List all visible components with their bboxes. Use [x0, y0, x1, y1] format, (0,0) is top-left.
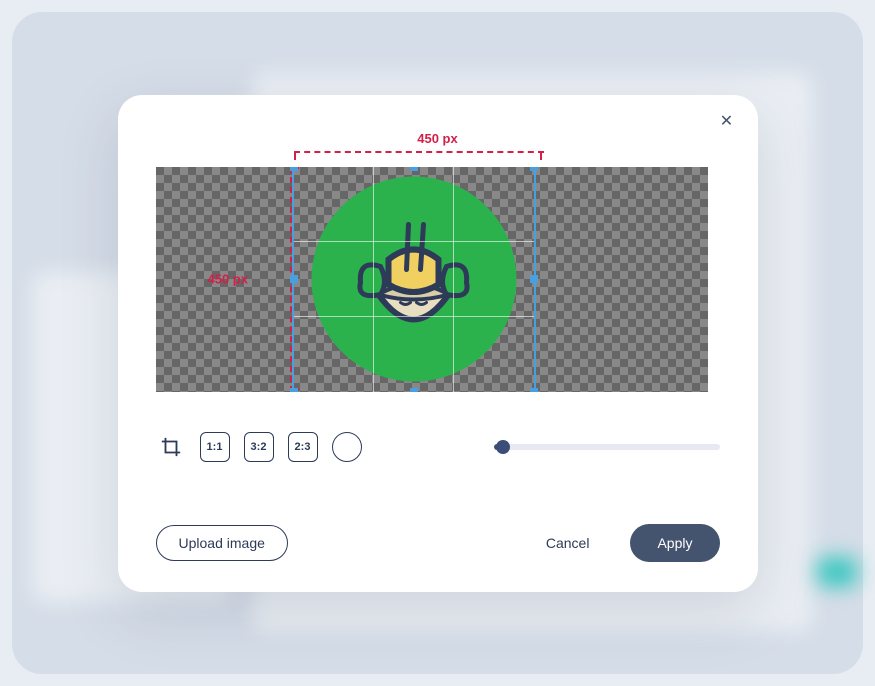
- crop-handle[interactable]: [530, 275, 538, 283]
- grid-line: [294, 316, 534, 317]
- crop-ratio-1-1[interactable]: 1:1: [200, 432, 230, 462]
- grid-line: [373, 167, 374, 392]
- crop-handle[interactable]: [530, 388, 538, 392]
- bowl-illustration: [339, 204, 489, 354]
- dimension-top: 450 px: [156, 137, 720, 167]
- crop-ratio-circle[interactable]: [332, 432, 362, 462]
- image-crop-modal: ✕ 450 px 450 px: [118, 95, 758, 592]
- zoom-slider[interactable]: [494, 444, 720, 450]
- grid-line: [453, 167, 454, 392]
- apply-button[interactable]: Apply: [630, 524, 719, 562]
- close-button[interactable]: ✕: [718, 113, 736, 131]
- crop-ratio-3-2[interactable]: 3:2: [244, 432, 274, 462]
- crop-handle[interactable]: [290, 275, 298, 283]
- crop-handle[interactable]: [530, 167, 538, 171]
- crop-handle[interactable]: [290, 388, 298, 392]
- crop-tool-free[interactable]: [156, 432, 186, 462]
- ghost-accent: [817, 557, 857, 587]
- crop-handle[interactable]: [290, 167, 298, 171]
- width-label: 450 px: [417, 131, 457, 146]
- crop-toolbar: 1:1 3:2 2:3: [156, 432, 720, 462]
- crop-selection[interactable]: [294, 167, 534, 392]
- crop-handle[interactable]: [410, 167, 418, 171]
- canvas-area: 450 px 450 px: [156, 137, 720, 392]
- crop-ratio-2-3[interactable]: 2:3: [288, 432, 318, 462]
- crop-icon: [160, 436, 182, 458]
- zoom-thumb[interactable]: [496, 440, 510, 454]
- grid-line: [294, 241, 534, 242]
- upload-button[interactable]: Upload image: [156, 525, 288, 561]
- crop-handle[interactable]: [410, 388, 418, 392]
- width-brace: [294, 151, 544, 161]
- modal-footer: Upload image Cancel Apply: [156, 524, 720, 562]
- sample-image: [311, 177, 516, 382]
- crop-canvas[interactable]: 450 px: [156, 167, 708, 392]
- height-label: 450 px: [208, 272, 248, 287]
- cancel-button[interactable]: Cancel: [523, 525, 613, 561]
